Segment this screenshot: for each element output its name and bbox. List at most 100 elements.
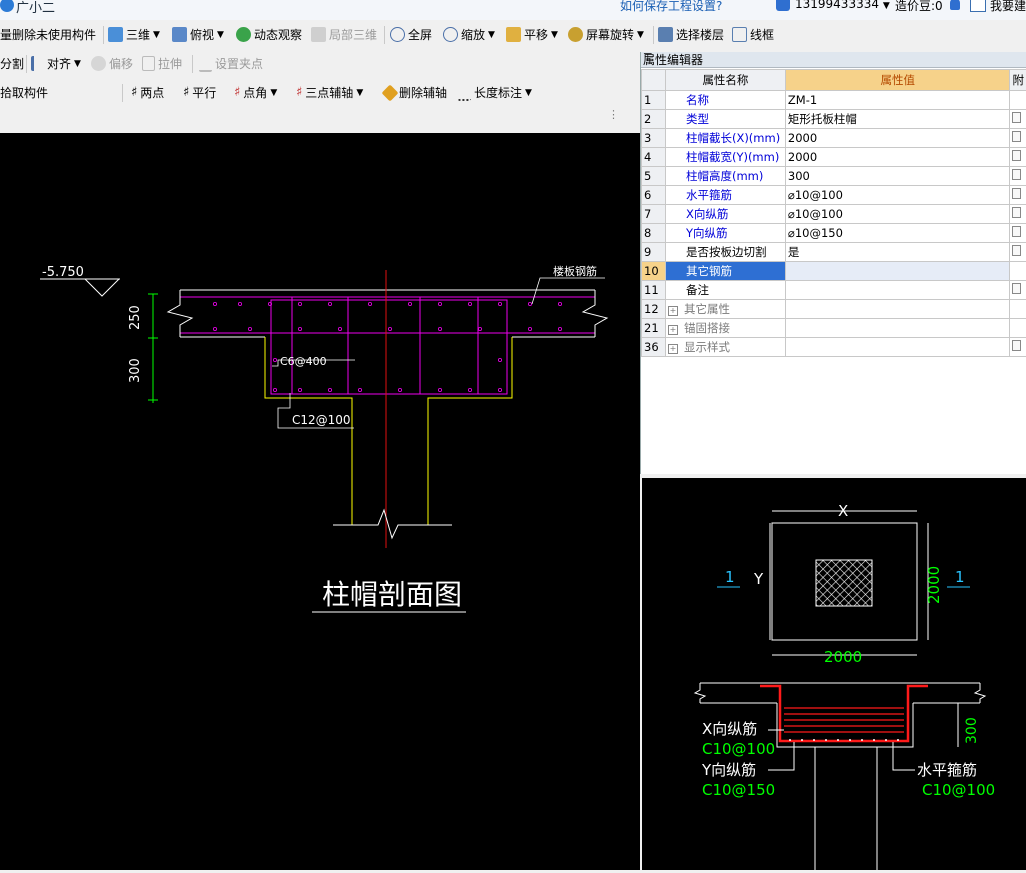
attach-checkbox[interactable] [1012,283,1021,294]
property-row[interactable]: 1名称ZM-1 [642,91,1026,110]
top-view-button[interactable]: 俯视▼ [172,26,224,43]
attach-cell[interactable] [1010,319,1026,338]
property-row[interactable]: 3柱帽截长(X)(mm)2000 [642,129,1026,148]
property-value-cell[interactable] [785,281,1010,300]
set-grip-button[interactable]: 设置夹点 [199,55,263,72]
property-row[interactable]: 21+锚固搭接 [642,319,1026,338]
property-name-cell[interactable]: 备注 [665,281,785,300]
wireframe-button[interactable]: 线框 [732,26,774,43]
property-row[interactable]: 10其它钢筋 [642,262,1026,281]
property-row[interactable]: 7X向纵筋⌀10@100 [642,205,1026,224]
parallel-button[interactable]: ♯平行 [183,84,216,101]
chevron-down-icon[interactable]: ▼ [551,30,558,40]
property-value-cell[interactable] [785,262,1010,281]
pan-button[interactable]: 平移▼ [506,26,558,43]
attach-header[interactable]: 附 [1010,70,1026,91]
property-row[interactable]: 6水平箍筋⌀10@100 [642,186,1026,205]
screen-rotate-button[interactable]: 屏幕旋转▼ [568,26,644,43]
property-value-header[interactable]: 属性值 [785,70,1010,91]
attach-checkbox[interactable] [1012,207,1021,218]
attach-cell[interactable] [1010,300,1026,319]
property-name-cell[interactable]: 类型 [665,110,785,129]
property-value-cell[interactable]: ⌀10@100 [785,186,1010,205]
stretch-button[interactable]: 拉伸 [142,55,182,72]
toolbar-grip-handle[interactable]: ⋮ [608,108,619,121]
attach-checkbox[interactable] [1012,226,1021,237]
property-value-cell[interactable] [785,338,1010,357]
property-value-cell[interactable]: 300 [785,167,1010,186]
split-button[interactable]: 分割 [0,55,24,72]
zoom-button[interactable]: 缩放▼ [443,26,495,43]
attach-checkbox[interactable] [1012,169,1021,180]
chevron-down-icon[interactable]: ▼ [637,30,644,40]
attach-checkbox[interactable] [1012,131,1021,142]
property-value-cell[interactable]: 2000 [785,148,1010,167]
attach-cell[interactable] [1010,110,1026,129]
view-3d-button[interactable]: 三维▼ [108,26,160,43]
expand-plus-icon[interactable]: + [668,306,678,316]
attach-cell[interactable] [1010,186,1026,205]
property-value-cell[interactable]: ⌀10@100 [785,205,1010,224]
feedback-icon[interactable] [970,0,986,12]
pin-icon[interactable]: ⊤ [643,51,1021,64]
attach-cell[interactable] [1010,91,1026,110]
attach-checkbox[interactable] [1012,150,1021,161]
chevron-down-icon[interactable]: ▼ [74,59,81,69]
two-points-button[interactable]: ♯两点 [131,84,164,101]
attach-cell[interactable] [1010,129,1026,148]
attach-checkbox[interactable] [1012,112,1021,123]
notification-bell-icon[interactable] [950,0,960,10]
attach-cell[interactable] [1010,224,1026,243]
property-name-cell[interactable]: 柱帽截宽(Y)(mm) [665,148,785,167]
property-name-cell[interactable]: +显示样式 [665,338,785,357]
property-name-cell[interactable]: X向纵筋 [665,205,785,224]
delete-aux-button[interactable]: 删除辅轴 [384,84,447,101]
attach-cell[interactable] [1010,262,1026,281]
feedback-link[interactable]: 我要建 [990,0,1026,14]
property-name-cell[interactable]: 水平箍筋 [665,186,785,205]
length-dim-button[interactable]: 长度标注▼ [458,84,532,101]
property-name-cell[interactable]: 其它钢筋 [665,262,785,281]
delete-unused-button[interactable]: 量删除未使用构件 [0,26,96,43]
offset-button[interactable]: 偏移 [91,55,133,72]
property-value-cell[interactable] [785,319,1010,338]
property-value-cell[interactable]: ⌀10@150 [785,224,1010,243]
expand-plus-icon[interactable]: + [668,325,678,335]
align-button[interactable]: 对齐▼ [31,55,81,72]
attach-cell[interactable] [1010,148,1026,167]
attach-cell[interactable] [1010,281,1026,300]
point-angle-button[interactable]: ♯点角▼ [234,84,277,101]
property-name-cell[interactable]: 柱帽高度(mm) [665,167,785,186]
cad-canvas-preview[interactable]: X Y 2000 2000 1 1 [642,478,1026,870]
property-row[interactable]: 9是否按板边切割是 [642,243,1026,262]
attach-cell[interactable] [1010,338,1026,357]
property-name-cell[interactable]: 柱帽截长(X)(mm) [665,129,785,148]
property-row[interactable]: 11备注 [642,281,1026,300]
attach-cell[interactable] [1010,243,1026,262]
property-name-header[interactable]: 属性名称 [665,70,785,91]
chevron-down-icon[interactable]: ▼ [270,88,277,98]
property-row[interactable]: 5柱帽高度(mm)300 [642,167,1026,186]
user-account[interactable]: 13199433334 ▼ [795,0,890,11]
user-icon[interactable] [776,0,790,11]
attach-checkbox[interactable] [1012,245,1021,256]
chevron-down-icon[interactable]: ▼ [525,88,532,98]
chevron-down-icon[interactable]: ▼ [217,30,224,40]
property-name-cell[interactable]: Y向纵筋 [665,224,785,243]
property-name-cell[interactable]: 是否按板边切割 [665,243,785,262]
pick-component-button[interactable]: 拾取构件 [0,84,48,101]
property-name-cell[interactable]: +其它属性 [665,300,785,319]
dynamic-observe-button[interactable]: 动态观察 [236,26,302,43]
save-settings-help-link[interactable]: 如何保存工程设置? [620,0,722,14]
fullscreen-button[interactable]: 全屏 [390,26,432,43]
property-name-cell[interactable]: +锚固搭接 [665,319,785,338]
expand-plus-icon[interactable]: + [668,344,678,354]
attach-cell[interactable] [1010,205,1026,224]
partial-3d-button[interactable]: 局部三维 [311,26,377,43]
property-row[interactable]: 12+其它属性 [642,300,1026,319]
cad-canvas-main[interactable]: -5.750 [0,133,640,870]
property-row[interactable]: 4柱帽截宽(Y)(mm)2000 [642,148,1026,167]
chevron-down-icon[interactable]: ▼ [356,88,363,98]
attach-cell[interactable] [1010,167,1026,186]
property-row[interactable]: 2类型矩形托板柱帽 [642,110,1026,129]
